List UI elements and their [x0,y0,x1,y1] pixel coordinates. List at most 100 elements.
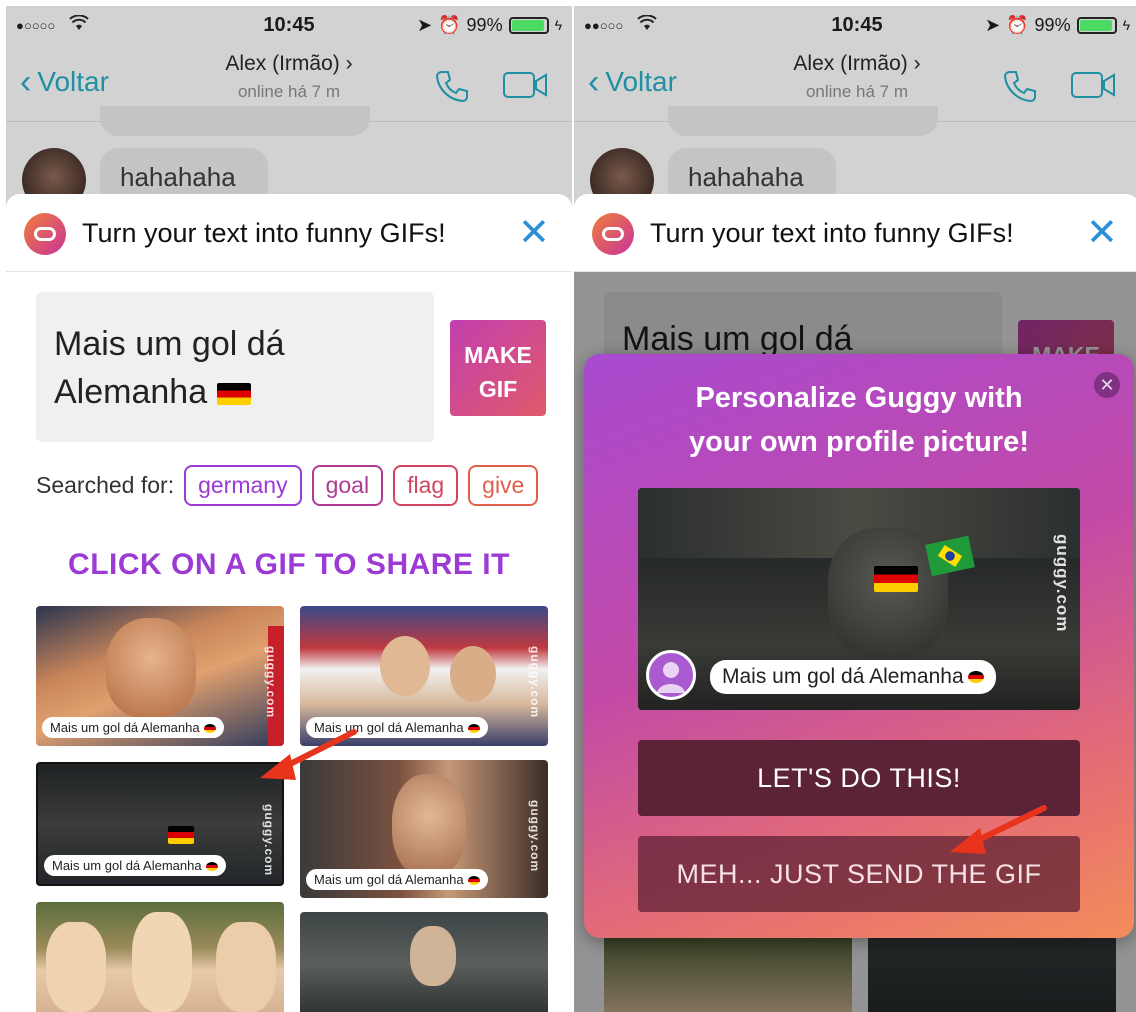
gif-watermark: guggy.com [528,800,542,873]
germany-flag-icon [168,826,194,844]
contact-status: online há 7 m [805,82,909,101]
close-icon[interactable]: ✕ [1086,214,1118,252]
wifi-icon [69,13,89,36]
gif-result[interactable] [36,902,284,1012]
gif-watermark: guggy.com [1053,534,1072,633]
gif-caption: Mais um gol dá Alemanha [44,855,226,876]
close-icon[interactable]: ✕ [518,214,550,252]
make-gif-button[interactable]: MAKE GIF [450,320,546,416]
contact-status: online há 7 m [237,82,341,101]
chevron-left-icon: ‹ [20,63,32,101]
location-icon: ➤ [417,14,433,35]
charging-icon: ϟ [554,17,562,33]
status-bar: ●●○○○ 10:45 ➤ ⏰ 99% ϟ [574,6,1136,44]
gif-figure [392,774,466,878]
message-text: hahahaha [688,162,804,192]
location-icon: ➤ [985,14,1001,35]
status-time: 10:45 [263,13,315,36]
germany-flag-icon [216,383,251,406]
phone-screen-left: ●○○○○ 10:45 ➤ ⏰ 99% ϟ ‹ Voltar Alex (Irm… [6,6,572,1012]
tag-goal[interactable]: goal [311,464,384,506]
wifi-icon [637,13,657,36]
gif-caption: Mais um gol dá Alemanha [306,869,488,890]
gif-figure [46,922,106,1012]
gif-caption-text: Mais um gol dá Alemanha [50,720,200,735]
message-bubble-previous [668,106,938,136]
phone-screen-right: ●●○○○ 10:45 ➤ ⏰ 99% ϟ ‹ Voltar Alex (Irm… [574,6,1136,1012]
modal-title: Personalize Guggy with your own profile … [604,376,1114,464]
guggy-logo-icon [592,213,634,255]
searched-label: Searched for: [36,471,175,498]
gif-watermark: guggy.com [528,646,542,719]
gif-caption-text: Mais um gol dá Alemanha [314,872,464,887]
signal-icon: ●○○○○ [16,17,56,33]
contact-name: Alex (Irmão) [793,52,908,75]
germany-flag-icon [874,566,918,592]
guggy-header-title: Turn your text into funny GIFs! [650,218,1014,248]
chevron-left-icon: ‹ [588,63,600,101]
battery-percent: 99% [466,14,503,35]
gif-figure [106,618,196,718]
gif-result[interactable]: guggy.com Mais um gol dá Alemanha [36,762,284,886]
guggy-header: Turn your text into funny GIFs! ✕ [6,194,572,272]
gif-result[interactable]: guggy.com Mais um gol dá Alemanha [36,606,284,746]
annotation-arrow-icon [950,805,1047,854]
germany-flag-icon [967,671,984,684]
gif-figure [132,912,192,1012]
screenshot-composite: ●○○○○ 10:45 ➤ ⏰ 99% ϟ ‹ Voltar Alex (Irm… [0,0,1136,1012]
gif-caption: Mais um gol dá Alemanha [42,717,224,738]
gif-caption: Mais um gol dá Alemanha [710,660,996,694]
charging-icon: ϟ [1122,17,1130,33]
searched-tags: Searched for: germany goal flag give [36,462,542,508]
gif-watermark: guggy.com [264,646,278,719]
signal-icon: ●●○○○ [584,17,624,33]
back-button[interactable]: ‹ Voltar [20,63,109,101]
video-call-icon[interactable] [502,70,548,105]
modal-title-line-2: your own profile picture! [689,426,1029,458]
message-text: hahahaha [120,162,236,192]
guggy-logo-icon [24,213,66,255]
gif-figure [410,926,456,986]
message-bubble-previous [100,106,370,136]
gif-text-input[interactable]: Mais um gol dá Alemanha [36,292,434,442]
germany-flag-icon [203,724,216,734]
gif-watermark: guggy.com [262,804,276,877]
chevron-right-icon: › [345,52,353,75]
gif-result[interactable] [300,912,548,1012]
battery-percent: 99% [1034,14,1071,35]
tag-give[interactable]: give [468,464,539,506]
tag-germany[interactable]: germany [184,464,302,506]
status-bar: ●○○○○ 10:45 ➤ ⏰ 99% ϟ [6,6,572,44]
battery-icon [508,16,549,34]
gif-figure [216,922,276,1012]
tag-flag[interactable]: flag [393,464,459,506]
profile-placeholder-avatar [646,650,696,700]
make-gif-label-2: GIF [478,376,518,402]
battery-icon [1076,16,1117,34]
alarm-icon: ⏰ [1006,14,1029,35]
alarm-icon: ⏰ [438,14,461,35]
phone-call-icon[interactable] [434,68,470,109]
back-button[interactable]: ‹ Voltar [588,63,677,101]
share-instruction: CLICK ON A GIF TO SHARE IT [68,548,510,581]
chevron-right-icon: › [913,52,921,75]
germany-flag-icon [467,876,480,886]
phone-call-icon[interactable] [1002,68,1038,109]
gif-figure [380,636,430,696]
video-call-icon[interactable] [1070,70,1116,105]
modal-title-line-1: Personalize Guggy with [695,382,1023,414]
germany-flag-icon [467,724,480,734]
status-time: 10:45 [831,13,883,36]
gif-result[interactable]: guggy.com Mais um gol dá Alemanha [300,606,548,746]
back-label: Voltar [37,66,109,97]
gif-figure [450,646,496,702]
guggy-header-title: Turn your text into funny GIFs! [82,218,446,248]
make-gif-label-1: MAKE [464,342,532,368]
annotation-arrow-icon [260,729,357,780]
gif-preview: guggy.com Mais um gol dá Alemanha [638,488,1080,710]
contact-header[interactable]: Alex (Irmão) › online há 7 m [734,52,980,102]
germany-flag-icon [205,862,218,872]
contact-name: Alex (Irmão) [225,52,340,75]
contact-header[interactable]: Alex (Irmão) › online há 7 m [166,52,412,102]
back-label: Voltar [605,66,677,97]
